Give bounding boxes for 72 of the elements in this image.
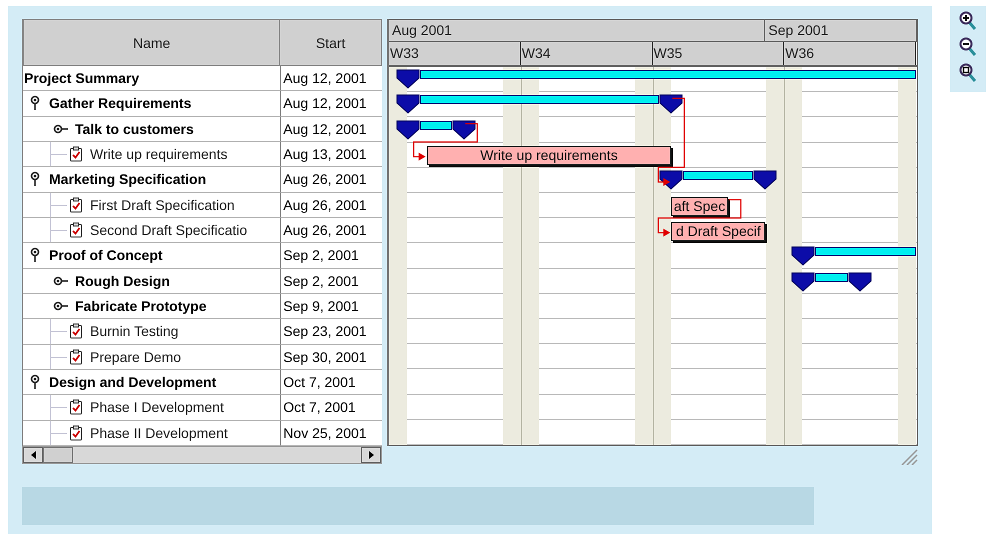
start-date: Sep 2, 2001 xyxy=(280,243,382,269)
start-date: Sep 9, 2001 xyxy=(280,294,382,320)
column-header[interactable]: Name xyxy=(23,19,280,66)
start-date: Aug 26, 2001 xyxy=(280,192,382,218)
start-date: Aug 13, 2001 xyxy=(280,142,382,168)
task-name[interactable]: Project Summary xyxy=(24,70,140,86)
task-name[interactable]: Marketing Specification xyxy=(49,171,206,188)
zoom-out-icon[interactable] xyxy=(958,36,978,58)
clipboard-check-icon xyxy=(68,196,84,213)
task-name[interactable]: Fabricate Prototype xyxy=(75,298,206,314)
start-date: Aug 12, 2001 xyxy=(280,91,382,117)
task-name[interactable]: First Draft Specification xyxy=(90,196,235,213)
clipboard-check-icon xyxy=(68,222,84,238)
week-header: W35 xyxy=(652,42,784,65)
week-header: W36 xyxy=(784,42,916,65)
milestone-marker xyxy=(396,94,420,114)
scrollbar-thumb[interactable] xyxy=(43,447,73,463)
zoom-fit-icon[interactable] xyxy=(958,62,978,84)
week-header: W33 xyxy=(389,42,521,65)
horizontal-scrollbar[interactable] xyxy=(22,446,382,464)
clipboard-check-icon xyxy=(68,399,84,416)
task-name[interactable]: Second Draft Specificatio xyxy=(90,222,248,238)
task-name[interactable]: Phase II Development xyxy=(90,424,228,441)
task-bar[interactable]: d Draft Specif xyxy=(671,222,766,241)
month-header: Aug 2001 xyxy=(389,20,766,42)
week-header: W34 xyxy=(520,42,652,65)
task-name[interactable]: Design and Development xyxy=(49,374,216,390)
start-date: Sep 23, 2001 xyxy=(280,319,382,345)
milestone-marker xyxy=(452,120,476,140)
month-header: Sep 2001 xyxy=(765,20,917,42)
task-name[interactable]: Talk to customers xyxy=(75,120,194,137)
zoom-in-icon[interactable] xyxy=(958,10,978,32)
scroll-right-button[interactable] xyxy=(361,447,381,463)
clipboard-check-icon xyxy=(68,323,84,340)
task-bar[interactable]: Write up requirements xyxy=(426,146,672,165)
summary-bar[interactable] xyxy=(683,171,754,180)
milestone-marker xyxy=(848,272,872,292)
start-date: Oct 7, 2001 xyxy=(280,370,382,396)
milestone-marker xyxy=(659,94,684,114)
start-date: Sep 30, 2001 xyxy=(280,344,382,370)
task-name[interactable]: Write up requirements xyxy=(90,146,228,162)
start-date: Aug 12, 2001 xyxy=(280,66,382,92)
clipboard-check-icon xyxy=(68,348,84,365)
summary-bar[interactable] xyxy=(420,120,452,130)
start-date: Oct 7, 2001 xyxy=(280,395,382,421)
task-name[interactable]: Phase I Development xyxy=(90,399,224,416)
column-header[interactable]: Start xyxy=(280,19,382,66)
start-date: Sep 2, 2001 xyxy=(280,268,382,294)
milestone-marker xyxy=(659,170,684,190)
task-name[interactable]: Proof of Concept xyxy=(49,247,163,264)
start-date: Aug 26, 2001 xyxy=(280,218,382,244)
summary-bar[interactable] xyxy=(815,272,848,282)
milestone-marker xyxy=(753,170,778,190)
scroll-left-button[interactable] xyxy=(23,447,43,463)
task-bar[interactable]: aft Spec xyxy=(671,196,728,216)
clipboard-check-icon xyxy=(68,424,84,441)
summary-bar[interactable] xyxy=(420,70,916,79)
start-date: Aug 12, 2001 xyxy=(280,116,382,142)
triangle-left-icon xyxy=(30,451,36,459)
triangle-right-icon xyxy=(368,451,374,459)
task-name[interactable]: Prepare Demo xyxy=(90,348,182,365)
start-date: Aug 26, 2001 xyxy=(280,167,382,193)
milestone-marker xyxy=(791,246,816,266)
task-name[interactable]: Gather Requirements xyxy=(49,95,192,112)
task-name[interactable]: Burnin Testing xyxy=(90,323,178,340)
clipboard-check-icon xyxy=(68,146,84,162)
summary-bar[interactable] xyxy=(815,247,916,256)
milestone-marker xyxy=(791,272,816,292)
milestone-marker xyxy=(396,120,420,140)
milestone-marker xyxy=(396,69,420,89)
task-name[interactable]: Rough Design xyxy=(75,272,170,289)
summary-bar[interactable] xyxy=(420,95,660,104)
